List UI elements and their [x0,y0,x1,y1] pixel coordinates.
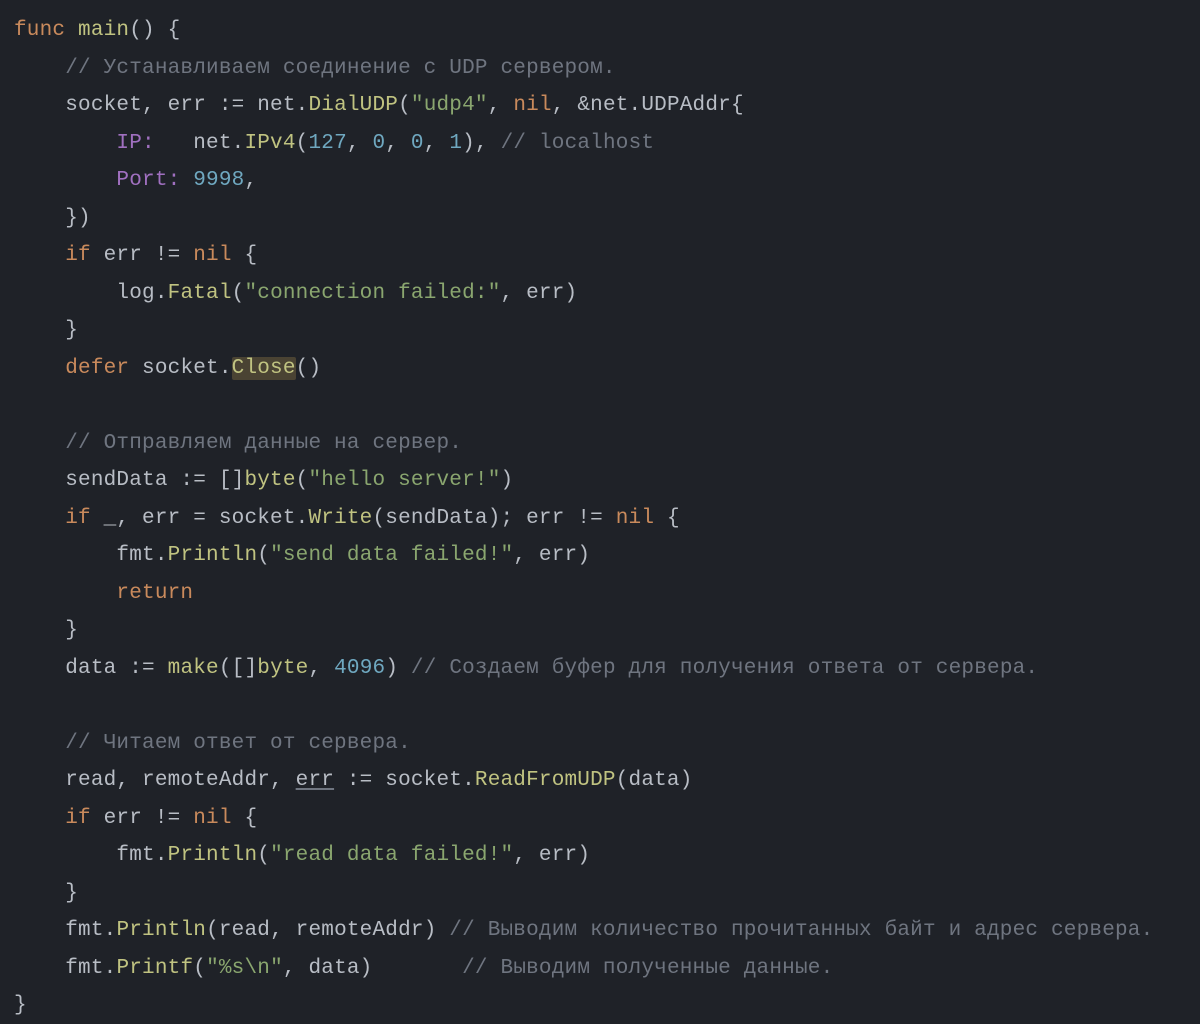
code-line: sendData := []byte("hello server!") [14,469,513,492]
code-line: if err != nil { [14,807,257,830]
comment: // Выводим количество прочитанных байт и… [437,919,1154,942]
keyword: if [65,807,91,830]
variable-underlined: err [296,769,334,792]
comment: // Отправляем данные на сервер. [65,432,462,455]
struct-field: Port: [116,169,180,192]
code-line: read, remoteAddr, err := socket.ReadFrom… [14,769,693,792]
nil-literal: nil [193,807,231,830]
keyword-return: return [116,582,193,605]
code-line: } [14,994,27,1017]
code-line-blank [14,694,27,717]
string-literal: "%s\n" [206,957,283,980]
type-name: byte [257,657,308,680]
code-line: fmt.Println("send data failed!", err) [14,544,590,567]
code-line: log.Fatal("connection failed:", err) [14,282,577,305]
code-line: func main() { [14,19,180,42]
func-call: Println [168,844,258,867]
func-call: ReadFromUDP [475,769,616,792]
number-literal: 9998 [193,169,244,192]
string-literal: "connection failed:" [244,282,500,305]
code-line: Port: 9998, [14,169,257,192]
code-line: IP: net.IPv4(127, 0, 0, 1), // localhost [14,132,654,155]
code-line: fmt.Println("read data failed!", err) [14,844,590,867]
func-call: Fatal [168,282,232,305]
nil-literal: nil [513,94,551,117]
nil-literal: nil [193,244,231,267]
code-line: } [14,619,78,642]
string-literal: "read data failed!" [270,844,513,867]
code-editor-pane: func main() { // Устанавливаем соединени… [0,0,1200,1024]
code-block[interactable]: func main() { // Устанавливаем соединени… [0,0,1200,1024]
code-line: // Читаем ответ от сервера. [14,732,411,755]
comment: // Создаем буфер для получения ответа от… [398,657,1038,680]
func-call: Println [116,919,206,942]
func-call: make [168,657,219,680]
code-line: // Устанавливаем соединение с UDP сервер… [14,57,616,80]
code-line: defer socket.Close() [14,357,321,380]
nil-literal: nil [616,507,654,530]
keyword: if [65,507,91,530]
type-name: byte [244,469,295,492]
code-line: }) [14,207,91,230]
code-line: // Отправляем данные на сервер. [14,432,462,455]
number-literal: 4096 [334,657,385,680]
func-call: DialUDP [308,94,398,117]
code-line: } [14,319,78,342]
string-literal: "hello server!" [308,469,500,492]
code-line: } [14,882,78,905]
comment: // Устанавливаем соединение с UDP сервер… [65,57,616,80]
comment: // Читаем ответ от сервера. [65,732,411,755]
code-line: socket, err := net.DialUDP("udp4", nil, … [14,94,744,117]
func-call: Write [308,507,372,530]
code-line: data := make([]byte, 4096) // Создаем бу… [14,657,1038,680]
func-call: IPv4 [244,132,295,155]
keyword: defer [65,357,129,380]
comment: // localhost [488,132,654,155]
func-call: Println [168,544,258,567]
code-line: if _, err = socket.Write(sendData); err … [14,507,680,530]
string-literal: "send data failed!" [270,544,513,567]
struct-field: IP: [116,132,154,155]
code-line-blank [14,394,27,417]
func-call: Printf [116,957,193,980]
code-line: fmt.Println(read, remoteAddr) // Выводим… [14,919,1153,942]
func-call-highlighted: Close [232,357,296,380]
keyword-func: func [14,19,65,42]
func-name-main: main [78,19,129,42]
comment: // Выводим полученные данные. [449,957,833,980]
code-line: return [14,582,193,605]
keyword: if [65,244,91,267]
code-line: if err != nil { [14,244,257,267]
string-literal: "udp4" [411,94,488,117]
code-line: fmt.Printf("%s\n", data) // Выводим полу… [14,957,833,980]
